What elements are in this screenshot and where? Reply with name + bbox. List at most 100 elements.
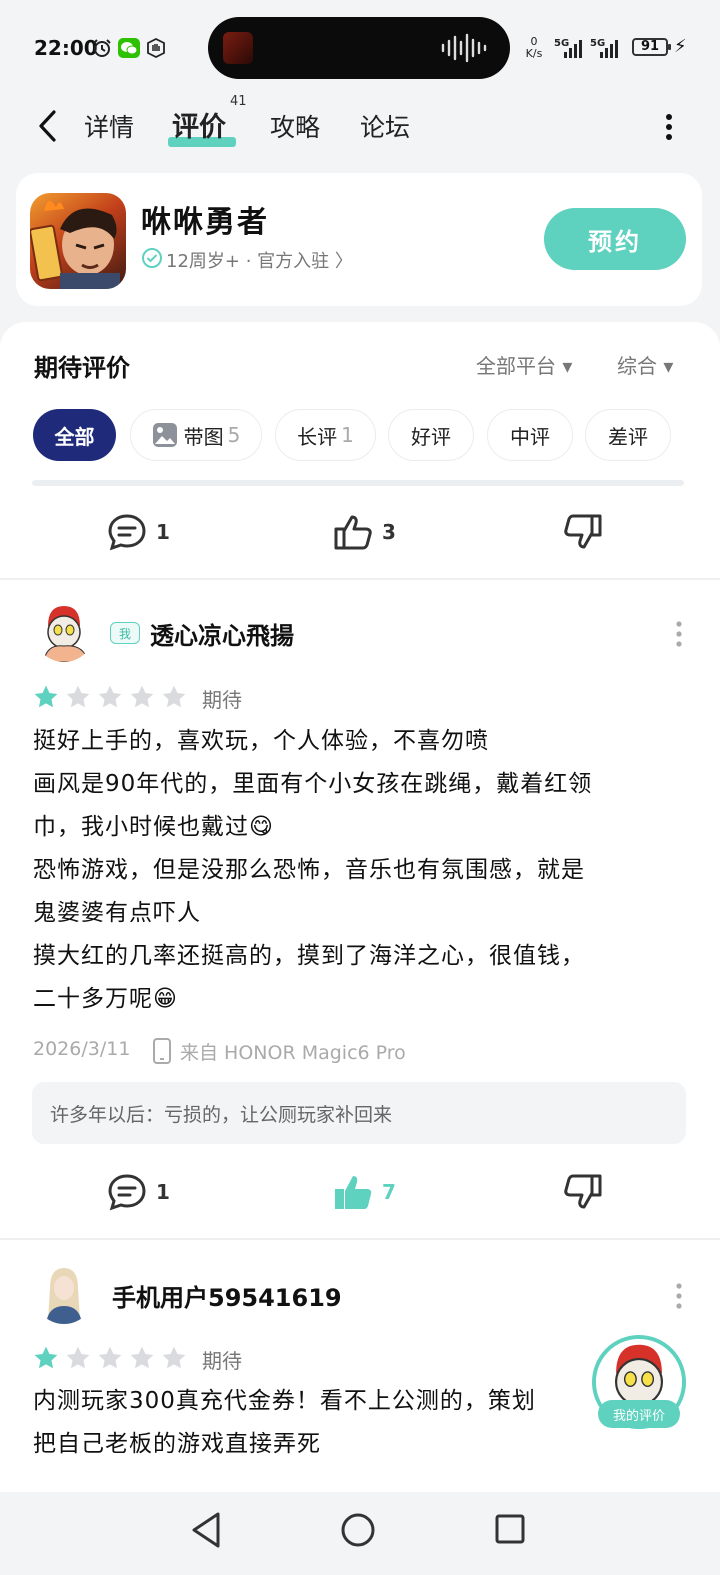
app-icon (30, 193, 126, 289)
app-card[interactable]: 咻咻勇者 12周岁+ · 官方入驻 〉 预约 (16, 173, 702, 306)
tab-details[interactable]: 详情 (84, 108, 134, 144)
filter-chip-all[interactable]: 全部 (33, 409, 116, 461)
net-speed: 0 K/s (525, 35, 543, 60)
review-device: 来自 HONOR Magic6 Pro (180, 1042, 406, 1064)
review-line: 二十多万呢😁 (33, 986, 178, 1012)
like-button[interactable]: 3 (332, 512, 396, 552)
battery-indicator: 91 (632, 38, 671, 56)
dynamic-island[interactable] (208, 17, 510, 79)
comment-count: 1 (156, 520, 170, 544)
previous-review-actions: 1 3 (0, 492, 720, 572)
tab-guides[interactable]: 攻略 (270, 108, 320, 144)
tab-forum[interactable]: 论坛 (360, 108, 410, 144)
review-actions: 1 7 (0, 1152, 720, 1232)
nav-recents-icon[interactable] (494, 1513, 526, 1545)
charging-icon: ⚡ (674, 36, 687, 57)
star-empty-icon (130, 685, 154, 708)
phone-icon (153, 1038, 171, 1064)
review-line: 画风是90年代的，里面有个小女孩在跳绳，戴着红领 (33, 771, 593, 797)
comment-button[interactable]: 1 (106, 1172, 170, 1212)
tab-reviews-count-badge: 41 (230, 94, 247, 109)
signal-1-icon: 5G (554, 36, 584, 64)
like-button-active[interactable]: 7 (332, 1172, 396, 1212)
tab-reviews[interactable]: 评价 (172, 105, 226, 144)
app-title: 咻咻勇者 (141, 205, 269, 240)
review-line: 把自己老板的游戏直接弄死 (33, 1431, 321, 1457)
filter-chip-negative[interactable]: 差评 (585, 409, 671, 461)
review-line: 内测玩家300真充代金券！看不上公测的，策划 (33, 1388, 536, 1414)
chip-label: 全部 (54, 424, 95, 449)
svg-text:5G: 5G (554, 38, 569, 49)
clock-time: 22:00 (34, 36, 98, 60)
reviewer-name[interactable]: 透心凉心飛揚 (150, 616, 294, 651)
star-empty-icon (130, 1346, 154, 1369)
review-line: 摸大红的几率还挺高的，摸到了海洋之心，很值钱， (33, 943, 585, 969)
filter-chip-long[interactable]: 长评 1 (275, 409, 376, 461)
filter-chip-with-images[interactable]: 带图 5 (130, 409, 262, 461)
back-arrow-icon[interactable] (34, 106, 62, 146)
me-tag: 我 (110, 622, 140, 644)
more-vertical-icon[interactable] (662, 110, 676, 144)
comment-button[interactable]: 1 (106, 512, 170, 552)
chip-label: 差评 (608, 424, 648, 449)
star-rating (33, 1345, 187, 1373)
audio-wave-icon (441, 33, 487, 63)
review-status: 期待 (202, 1349, 242, 1373)
divider (0, 1238, 720, 1240)
nav-back-icon[interactable] (188, 1510, 224, 1550)
reply-preview[interactable]: 许多年以后：亏损的，让公厕玩家补回来 (32, 1082, 686, 1144)
review-line: 挺好上手的，喜欢玩，个人体验，不喜勿喷 (33, 728, 489, 754)
app-meta[interactable]: 12周岁+ · 官方入驻 〉 (166, 247, 353, 273)
thumbs-down-icon (564, 514, 602, 549)
thumbs-down-icon (564, 1174, 602, 1209)
review-line: 恐怖游戏，但是没那么恐怖，音乐也有氛围感，就是 (33, 857, 585, 883)
review-date: 2026/3/11 (33, 1038, 131, 1060)
comment-icon (108, 1174, 146, 1211)
star-empty-icon (98, 685, 122, 708)
review-body: 挺好上手的，喜欢玩，个人体验，不喜勿喷 画风是90年代的，里面有个小女孩在跳绳，… (33, 720, 683, 1021)
dislike-button[interactable] (562, 512, 612, 552)
filter-chip-positive[interactable]: 好评 (388, 409, 474, 461)
review-more-icon[interactable] (675, 620, 683, 648)
sort-dropdown[interactable]: 综合 ▾ (617, 350, 673, 379)
review-line: 巾，我小时候也戴过😋 (33, 814, 274, 840)
like-count: 7 (382, 1180, 396, 1204)
reviewer-avatar[interactable] (34, 1264, 94, 1324)
review-status: 期待 (202, 688, 242, 712)
comment-count: 1 (156, 1180, 170, 1204)
verified-check-icon (142, 248, 162, 268)
star-empty-icon (66, 685, 90, 708)
chip-count: 5 (227, 423, 241, 447)
star-filled-icon (34, 1346, 58, 1369)
chip-label: 好评 (411, 424, 451, 449)
status-bar: 22:00 0 K/s 5G 5G 91 ⚡ (0, 0, 720, 96)
nav-home-icon[interactable] (340, 1512, 376, 1548)
image-icon (152, 423, 177, 447)
like-count: 3 (382, 520, 396, 544)
star-empty-icon (66, 1346, 90, 1369)
filter-chip-neutral[interactable]: 中评 (487, 409, 573, 461)
divider (32, 480, 684, 486)
alarm-icon (93, 39, 111, 57)
reviewer-name[interactable]: 手机用户59541619 (112, 1278, 342, 1313)
star-empty-icon (162, 1346, 186, 1369)
reserve-button[interactable]: 预约 (544, 208, 686, 270)
review-line: 鬼婆婆有点吓人 (33, 900, 201, 926)
review-body: 内测玩家300真充代金券！看不上公测的，策划 把自己老板的游戏直接弄死 (33, 1380, 683, 1466)
review-more-icon[interactable] (675, 1282, 683, 1310)
reviewer-avatar[interactable] (34, 602, 94, 662)
star-empty-icon (162, 685, 186, 708)
star-rating (33, 684, 187, 712)
dislike-button[interactable] (562, 1172, 612, 1212)
system-nav-bar (0, 1492, 720, 1575)
divider (0, 578, 720, 580)
star-empty-icon (98, 1346, 122, 1369)
section-title: 期待评价 (34, 354, 130, 382)
platform-filter-dropdown[interactable]: 全部平台 ▾ (476, 350, 572, 379)
chip-label: 长评 (297, 424, 338, 449)
star-filled-icon (34, 685, 58, 708)
chip-count: 1 (341, 423, 354, 447)
thumbs-up-icon (334, 515, 372, 550)
my-review-label[interactable]: 我的评价 (598, 1400, 680, 1428)
thumbs-up-filled-icon (335, 1176, 372, 1209)
